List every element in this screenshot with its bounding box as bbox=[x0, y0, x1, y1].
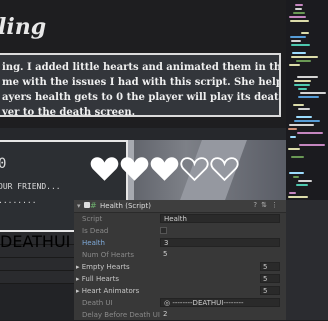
code-line bbox=[296, 184, 308, 186]
code-line bbox=[293, 104, 304, 106]
code-line bbox=[293, 12, 305, 14]
code-line bbox=[294, 80, 311, 82]
code-line bbox=[297, 76, 318, 78]
prop-label: Script bbox=[82, 215, 103, 223]
array-size-field[interactable]: 5 bbox=[260, 286, 280, 295]
prop-is-dead: Is Dead bbox=[74, 226, 286, 237]
prop-label: Is Dead bbox=[82, 227, 109, 235]
code-line bbox=[297, 132, 323, 134]
collapse-arrow-icon[interactable]: ▾ bbox=[77, 202, 81, 210]
hierarchy-label: DEATHUI bbox=[0, 232, 71, 251]
prop-label: ▸ Full Hearts bbox=[76, 275, 120, 283]
code-line bbox=[291, 44, 310, 46]
prop-delay-death-ui: Delay Before Death UI 2 bbox=[74, 310, 286, 321]
side-list-panel bbox=[286, 200, 328, 320]
script-icon: # bbox=[90, 201, 97, 210]
code-line bbox=[288, 196, 308, 198]
array-size-field[interactable]: 5 bbox=[260, 274, 280, 283]
code-line bbox=[289, 64, 300, 66]
health-field[interactable]: 3 bbox=[160, 238, 280, 247]
array-size-field[interactable]: 5 bbox=[260, 262, 280, 271]
description-line: me with the issues I had with this scrip… bbox=[2, 77, 279, 88]
hierarchy-row[interactable] bbox=[0, 271, 74, 284]
code-line bbox=[291, 40, 301, 42]
prop-label: ▸ Empty Hearts bbox=[76, 263, 130, 271]
hearts-row bbox=[90, 156, 239, 182]
code-line bbox=[289, 172, 304, 174]
code-line bbox=[292, 52, 306, 54]
inspector-panel: ▾ # Health (Script) ?⇅⋮ Script Health Is… bbox=[74, 200, 286, 320]
component-actions[interactable]: ?⇅⋮ bbox=[253, 201, 282, 209]
code-line bbox=[291, 156, 304, 158]
code-line bbox=[295, 8, 302, 10]
post-description: ing. I added little hearts and animated … bbox=[0, 53, 281, 117]
heart-full-icon bbox=[120, 157, 149, 181]
prop-label: Death UI bbox=[82, 299, 113, 307]
code-line bbox=[296, 60, 311, 62]
code-line bbox=[301, 32, 309, 34]
code-line bbox=[288, 148, 300, 150]
description-line: ing. I added little hearts and animated … bbox=[2, 62, 281, 73]
prop-empty-hearts[interactable]: ▸ Empty Hearts 5 bbox=[74, 262, 286, 273]
code-line bbox=[299, 144, 325, 146]
prop-label-text: Full Hearts bbox=[81, 275, 120, 283]
prop-script: Script Health bbox=[74, 214, 286, 225]
prop-death-ui: Death UI ◎ --------DEATHUI-------- bbox=[74, 298, 286, 309]
prop-heart-animators[interactable]: ▸ Heart Animators 5 bbox=[74, 286, 286, 297]
prop-full-hearts[interactable]: ▸ Full Hearts 5 bbox=[74, 274, 286, 285]
death-ui-field[interactable]: ◎ --------DEATHUI-------- bbox=[160, 298, 280, 307]
death-ui-value: --------DEATHUI-------- bbox=[172, 299, 244, 307]
description-line: ayers health gets to 0 the player will p… bbox=[2, 92, 279, 103]
post-title: ling bbox=[0, 14, 47, 40]
script-value: Health bbox=[164, 215, 187, 223]
delay-field[interactable]: 2 bbox=[160, 310, 270, 319]
preview-dots: ........ bbox=[0, 196, 37, 205]
prop-num-hearts: Num Of Hearts 5 bbox=[74, 250, 286, 261]
code-line bbox=[298, 108, 310, 110]
code-line bbox=[293, 176, 299, 178]
code-line bbox=[298, 180, 312, 182]
code-line bbox=[289, 124, 314, 126]
component-header[interactable]: ▾ # Health (Script) ?⇅⋮ bbox=[74, 200, 286, 213]
code-line bbox=[290, 136, 296, 138]
code-line bbox=[288, 128, 297, 130]
code-line bbox=[296, 116, 312, 118]
code-line bbox=[291, 56, 318, 58]
heart-full-icon bbox=[150, 157, 179, 181]
preview-big-text: 0 bbox=[0, 156, 7, 172]
code-line bbox=[290, 20, 309, 22]
code-line bbox=[290, 36, 306, 38]
heart-empty-icon bbox=[180, 157, 209, 182]
script-field[interactable]: Health bbox=[160, 214, 280, 223]
code-line bbox=[298, 96, 319, 98]
code-line bbox=[289, 192, 296, 194]
hierarchy-row[interactable] bbox=[0, 258, 74, 271]
code-line bbox=[298, 88, 307, 90]
preview-small-text: OUR FRIEND... bbox=[0, 182, 61, 191]
code-line bbox=[300, 92, 326, 94]
description-line: yer to the death screen. bbox=[2, 107, 136, 117]
prop-label: ▸ Heart Animators bbox=[76, 287, 140, 295]
heart-empty-icon bbox=[210, 157, 239, 182]
prop-health: Health 3 bbox=[74, 238, 286, 249]
is-dead-checkbox[interactable] bbox=[160, 227, 167, 234]
prop-label: Health bbox=[82, 239, 105, 247]
prop-label-text: Heart Animators bbox=[81, 287, 140, 295]
code-line bbox=[294, 84, 310, 86]
component-title: Health (Script) bbox=[100, 202, 151, 210]
num-hearts-field[interactable]: 5 bbox=[160, 250, 270, 259]
prop-label: Delay Before Death UI bbox=[82, 311, 160, 319]
prop-label-text: Empty Hearts bbox=[81, 263, 130, 271]
heart-full-icon bbox=[90, 157, 119, 181]
code-line bbox=[294, 120, 320, 122]
code-line bbox=[289, 16, 306, 18]
prop-label: Num Of Hearts bbox=[82, 251, 135, 259]
code-line bbox=[295, 4, 303, 6]
